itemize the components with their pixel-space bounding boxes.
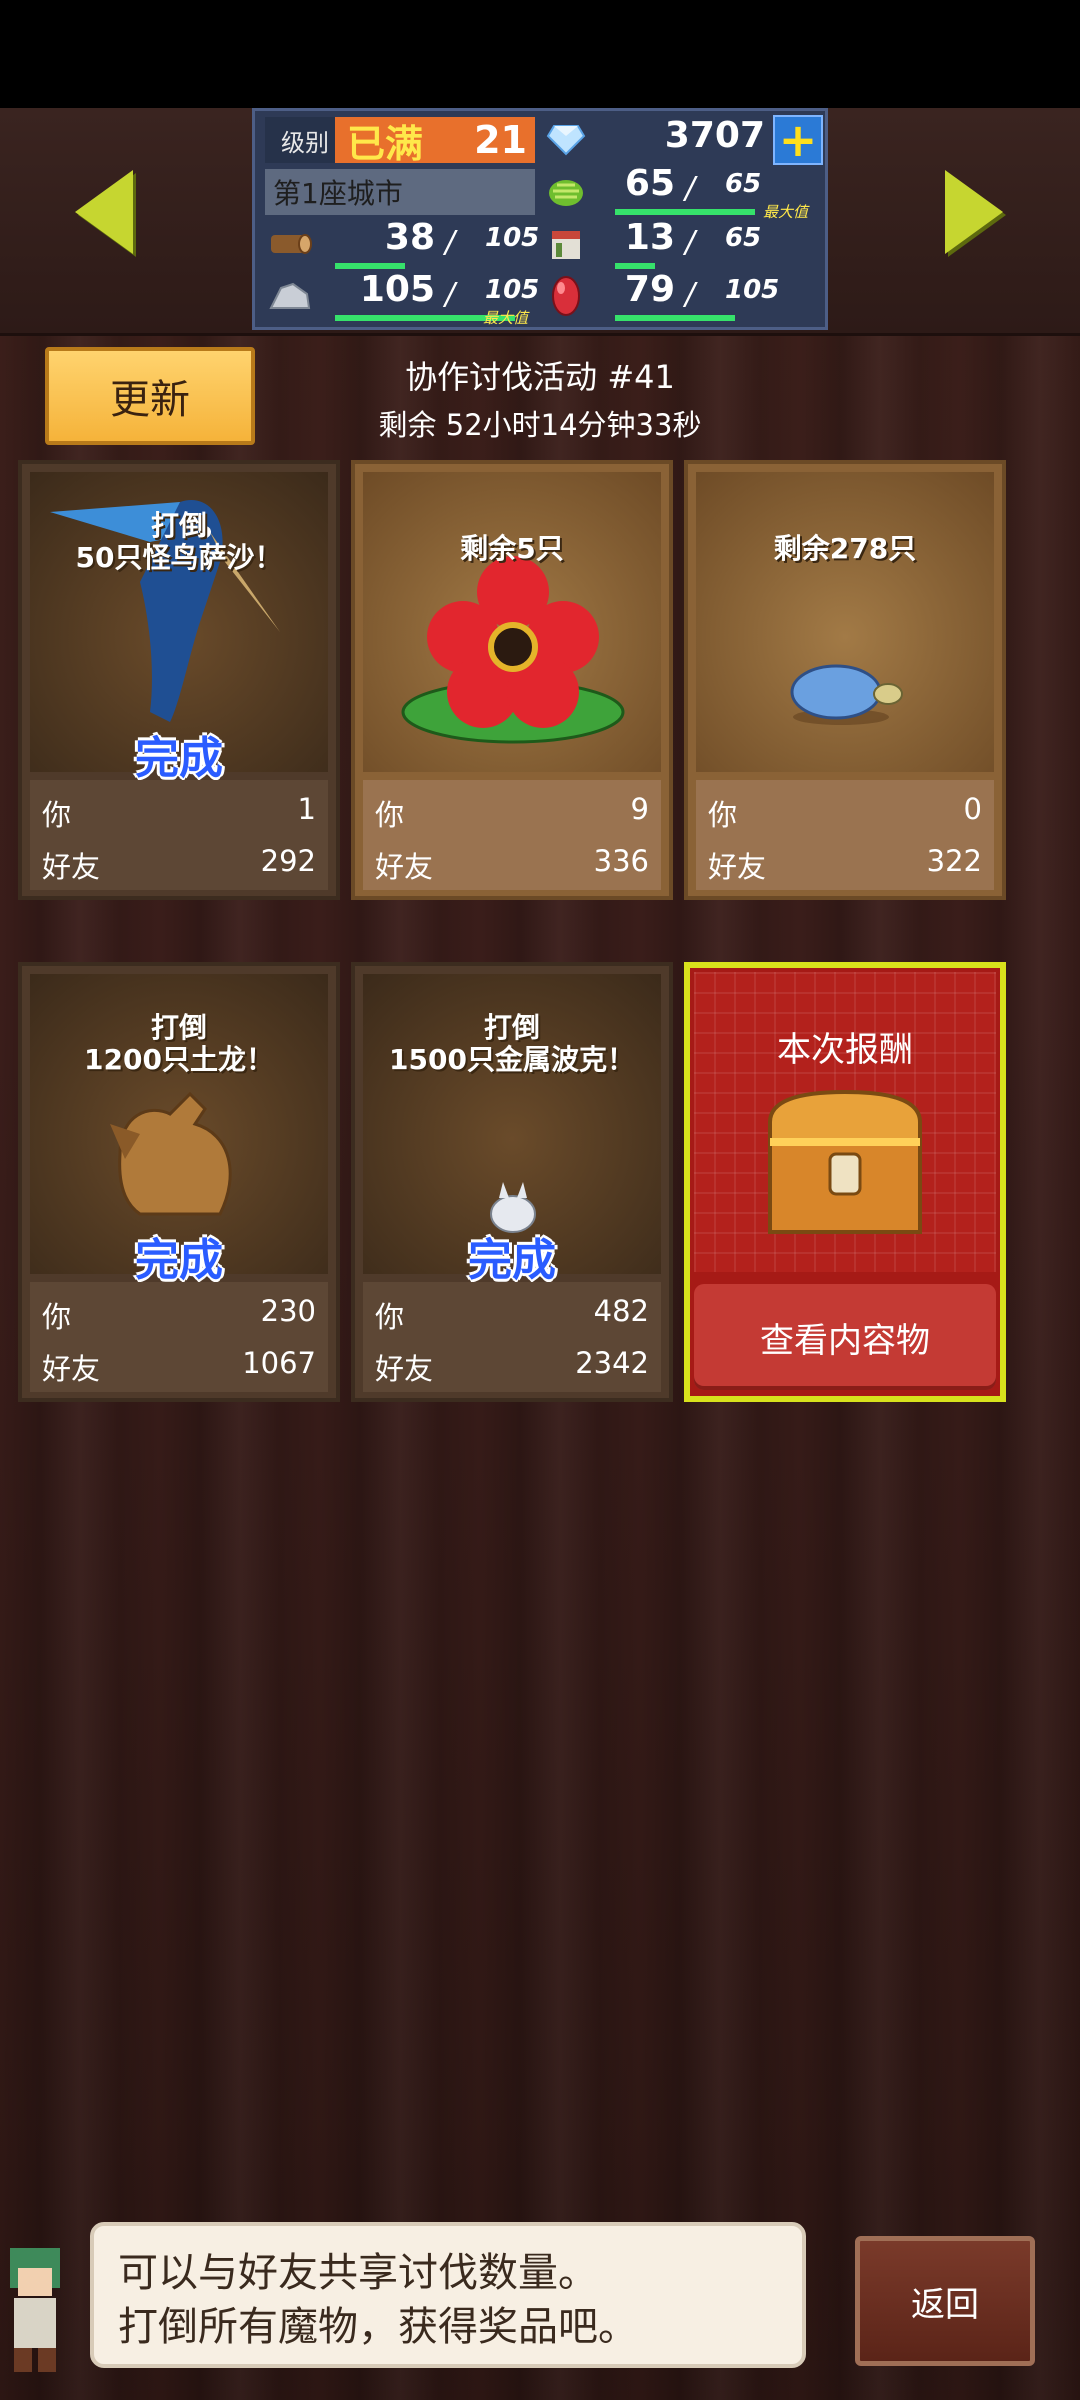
hunt-card-metal-pok[interactable]: 打倒 1500只金属波克！ 完成 你 482 好友 2342 [351, 962, 673, 1402]
food-slash: / [685, 171, 696, 206]
friends-label: 好友 [708, 850, 767, 884]
you-count: 482 [593, 1294, 649, 1328]
food-value: 65 [624, 163, 675, 204]
card-caption: 剩余278只 [773, 532, 917, 565]
food-progress-bar [615, 209, 755, 215]
ruby-max: 105 [725, 275, 780, 305]
add-gems-button[interactable]: + [773, 113, 823, 167]
stone-value: 105 [359, 269, 435, 310]
treasure-chest-icon [768, 1089, 922, 1234]
gem-count: 3707 [664, 115, 765, 156]
food-max-tag: 最大值 [763, 203, 809, 221]
friends-label: 好友 [42, 1352, 101, 1386]
ruby-progress-bar [615, 315, 735, 321]
ruby-value: 79 [624, 269, 675, 310]
plus-icon: + [778, 113, 818, 167]
card-caption: 打倒 1500只金属波克！ [389, 1011, 635, 1076]
level-max-badge: 已满 [335, 117, 435, 166]
previous-arrow-icon[interactable] [75, 170, 133, 254]
wood-value: 38 [384, 217, 435, 258]
complete-label: 完成 [468, 1235, 556, 1286]
reward-card: 本次报酬 查看内容物 [684, 962, 1006, 1402]
card-stats: 你 9 好友 336 [363, 780, 661, 890]
food-max: 65 [725, 169, 762, 199]
wood-slash: / [445, 225, 456, 260]
stone-slash: / [445, 277, 456, 312]
you-label: 你 [708, 798, 738, 832]
next-arrow-icon[interactable] [945, 170, 1003, 254]
refresh-button[interactable]: 更新 [45, 347, 255, 445]
city-name: 第1座城市 [265, 169, 535, 215]
card-art: 打倒 1500只金属波克！ 完成 [363, 974, 661, 1286]
resource-status-panel: 级别 已满 21 3707 + 第1座城市 65 / 65 最大值 38 / 1… [252, 108, 828, 330]
complete-label: 完成 [135, 733, 223, 784]
you-count: 9 [630, 792, 649, 826]
card-caption: 打倒 1200只土龙！ [84, 1011, 274, 1076]
level-label: 级别 [265, 117, 345, 163]
hint-line-2: 打倒所有魔物，获得奖品吧。 [118, 2304, 638, 2350]
event-title: 协作讨伐活动 #41 [405, 358, 675, 396]
reward-art: 本次报酬 [694, 972, 996, 1272]
card-art: 剩余5只 [363, 472, 661, 772]
friends-label: 好友 [375, 850, 434, 884]
turtle-monster-icon [790, 664, 903, 725]
card-art: 打倒 1200只土龙！ 完成 [30, 974, 328, 1286]
you-count: 230 [260, 1294, 316, 1328]
advisor-character-icon [10, 2248, 60, 2372]
card-art: 打倒 50只怪鸟萨沙！ 完成 [30, 472, 328, 784]
wood-log-icon [263, 221, 317, 267]
back-button[interactable]: 返回 [855, 2236, 1035, 2366]
you-count: 1 [297, 792, 316, 826]
event-timer: 剩余 52小时14分钟33秒 [378, 408, 702, 442]
card-stats: 你 1 好友 292 [30, 780, 328, 890]
friends-count: 322 [926, 844, 982, 878]
card-stats: 你 230 好友 1067 [30, 1282, 328, 1392]
stone-max-tag: 最大值 [483, 309, 529, 327]
friends-count: 336 [593, 844, 649, 878]
hunt-card-flower[interactable]: 剩余5只 你 9 好友 336 [351, 460, 673, 900]
card-stats: 你 482 好友 2342 [363, 1282, 661, 1392]
hint-dialog: 可以与好友共享讨伐数量。 打倒所有魔物，获得奖品吧。 [90, 2222, 806, 2368]
system-status-bar [0, 0, 1080, 108]
ruby-slash: / [685, 277, 696, 312]
advisor-avatar [0, 2228, 86, 2378]
you-label: 你 [375, 798, 405, 832]
card-caption: 打倒 50只怪鸟萨沙！ [75, 509, 283, 574]
you-count: 0 [963, 792, 982, 826]
friends-count: 292 [260, 844, 316, 878]
hunt-card-bird[interactable]: 打倒 50只怪鸟萨沙！ 完成 你 1 好友 292 [18, 460, 340, 900]
you-label: 你 [42, 798, 72, 832]
hunt-card-dragon[interactable]: 打倒 1200只土龙！ 完成 你 230 好友 1067 [18, 962, 340, 1402]
hunt-card-turtle[interactable]: 剩余278只 你 0 好友 322 [684, 460, 1006, 900]
you-label: 你 [375, 1300, 405, 1334]
fabric-max: 65 [725, 223, 762, 253]
view-contents-button[interactable]: 查看内容物 [694, 1284, 996, 1390]
fabric-slash: / [685, 225, 696, 260]
friends-label: 好友 [42, 850, 101, 884]
card-stats: 你 0 好友 322 [696, 780, 994, 890]
friends-count: 2342 [575, 1346, 649, 1380]
you-label: 你 [42, 1300, 72, 1334]
level-value: 21 [435, 117, 535, 163]
flower-monster-icon [401, 556, 625, 744]
friends-count: 1067 [242, 1346, 316, 1380]
card-caption: 剩余5只 [460, 532, 564, 565]
complete-label: 完成 [135, 1235, 223, 1286]
fabric-value: 13 [624, 217, 675, 258]
friends-label: 好友 [375, 1352, 434, 1386]
diamond-icon [539, 117, 593, 163]
stone-max: 105 [485, 275, 540, 305]
stone-icon [263, 273, 317, 319]
wood-max: 105 [485, 223, 540, 253]
hint-line-1: 可以与好友共享讨伐数量。 [118, 2250, 598, 2296]
card-art: 剩余278只 [696, 472, 994, 772]
